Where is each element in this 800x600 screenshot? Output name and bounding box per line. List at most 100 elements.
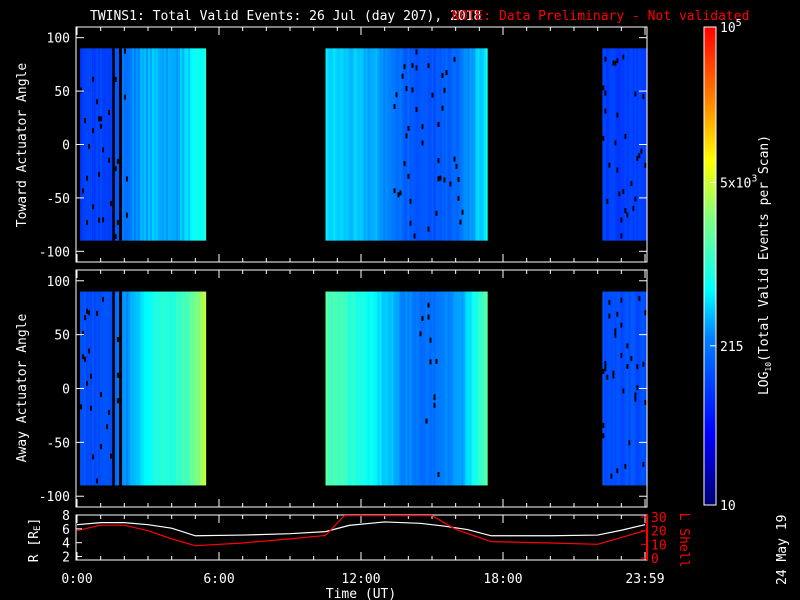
colorbar-tick-label: 105 [720, 18, 742, 36]
spectrogram-column [116, 48, 120, 241]
no-data-speck [626, 212, 629, 218]
spectrogram-column [125, 48, 129, 241]
r-ylabel: R [RE] [27, 518, 43, 563]
y-tick-label: 100 [47, 32, 70, 47]
spectrogram-column [620, 48, 623, 241]
spectrogram-column [473, 48, 476, 241]
no-data-speck [624, 463, 627, 469]
no-data-speck [405, 133, 408, 139]
no-data-speck [116, 337, 119, 343]
spectrogram-column [86, 291, 89, 486]
no-data-speck [642, 93, 645, 99]
spectrogram-column [431, 48, 434, 241]
spectrogram-column [197, 48, 201, 241]
colorbar-gradient [703, 26, 717, 506]
no-data-speck [86, 381, 89, 387]
no-data-speck [614, 328, 617, 334]
x-tick-label: 0:00 [61, 572, 92, 587]
no-data-speck [116, 158, 119, 164]
no-data-speck [616, 112, 619, 118]
spectrogram-column [171, 291, 175, 486]
spectrogram-column [177, 48, 181, 241]
no-data-speck [618, 191, 621, 197]
spectrogram-column [433, 291, 436, 486]
spectrogram-column [199, 291, 203, 486]
no-data-speck [632, 205, 635, 211]
spectrogram-column [455, 291, 458, 486]
no-data-speck [92, 204, 95, 210]
spectrogram-column [179, 291, 183, 486]
no-data-speck [415, 106, 418, 112]
no-data-speck [604, 90, 607, 96]
spectrogram-column [201, 291, 205, 486]
spectrogram-column [191, 48, 195, 241]
spectrogram-column [135, 291, 139, 486]
spectrogram-column [479, 48, 482, 241]
spectrogram-column [187, 48, 191, 241]
spectrogram-column [395, 48, 398, 241]
spectrogram-column [151, 291, 155, 486]
no-data-speck [411, 62, 414, 68]
no-data-speck [116, 220, 119, 226]
y2-tick-label: 0 [651, 552, 659, 567]
spectrogram-column [618, 291, 621, 486]
spectrogram-column [341, 48, 344, 241]
spectrogram-column [417, 291, 420, 486]
spectrogram-column [331, 291, 334, 486]
spectrogram-column [349, 48, 352, 241]
spectrogram-column [161, 48, 165, 241]
spectrogram-column [329, 48, 332, 241]
spectrogram-column [391, 48, 394, 241]
no-data-speck [84, 356, 87, 362]
no-data-speck [427, 226, 430, 232]
spectrogram-column [604, 291, 607, 486]
spectrogram-column [606, 48, 609, 241]
spectrogram-column [471, 291, 474, 486]
no-data-speck [116, 372, 119, 378]
spectrogram-column [614, 291, 617, 486]
no-data-speck [425, 418, 428, 424]
spectrogram-column [143, 291, 147, 486]
spectrogram-column [451, 291, 454, 486]
no-data-speck [636, 385, 639, 391]
no-data-speck [429, 337, 432, 343]
no-data-speck [429, 359, 432, 365]
no-data-speck [616, 311, 619, 317]
spectrogram-column [630, 291, 633, 486]
spectrogram-column [628, 291, 631, 486]
spectrogram-column [137, 48, 141, 241]
spectrogram-column [347, 48, 350, 241]
no-data-speck [84, 315, 87, 321]
spectrogram-column [351, 291, 354, 486]
spectrogram-column [127, 48, 131, 241]
spectrogram-column [433, 48, 436, 241]
spectrogram-column [187, 291, 191, 486]
spectrogram-column [161, 291, 165, 486]
spectrogram-column [477, 48, 480, 241]
no-data-speck [602, 85, 605, 91]
spectrogram-column [139, 48, 143, 241]
spectrogram-column [610, 48, 613, 241]
y2-tick-label: 30 [651, 511, 667, 526]
spectrogram-column [377, 48, 380, 241]
no-data-speck [86, 220, 89, 226]
spectrogram-column [341, 291, 344, 486]
spectrogram-column [106, 291, 109, 486]
spectrogram-column [114, 291, 118, 486]
spectrogram-column [189, 291, 193, 486]
no-data-speck [98, 116, 101, 122]
no-data-speck [96, 310, 99, 316]
spectrogram-column [335, 291, 338, 486]
no-data-speck [415, 49, 418, 55]
no-data-speck [602, 422, 605, 428]
no-data-speck [102, 217, 105, 223]
spectrogram-column [367, 291, 370, 486]
spectrogram-column [403, 48, 406, 241]
y-tick-label: 50 [54, 329, 70, 344]
no-data-speck [634, 396, 637, 402]
no-data-speck [455, 163, 458, 169]
spectrogram-column [401, 291, 404, 486]
spectrogram-column [409, 291, 412, 486]
no-data-speck [100, 116, 103, 122]
spectrogram-column [612, 48, 615, 241]
